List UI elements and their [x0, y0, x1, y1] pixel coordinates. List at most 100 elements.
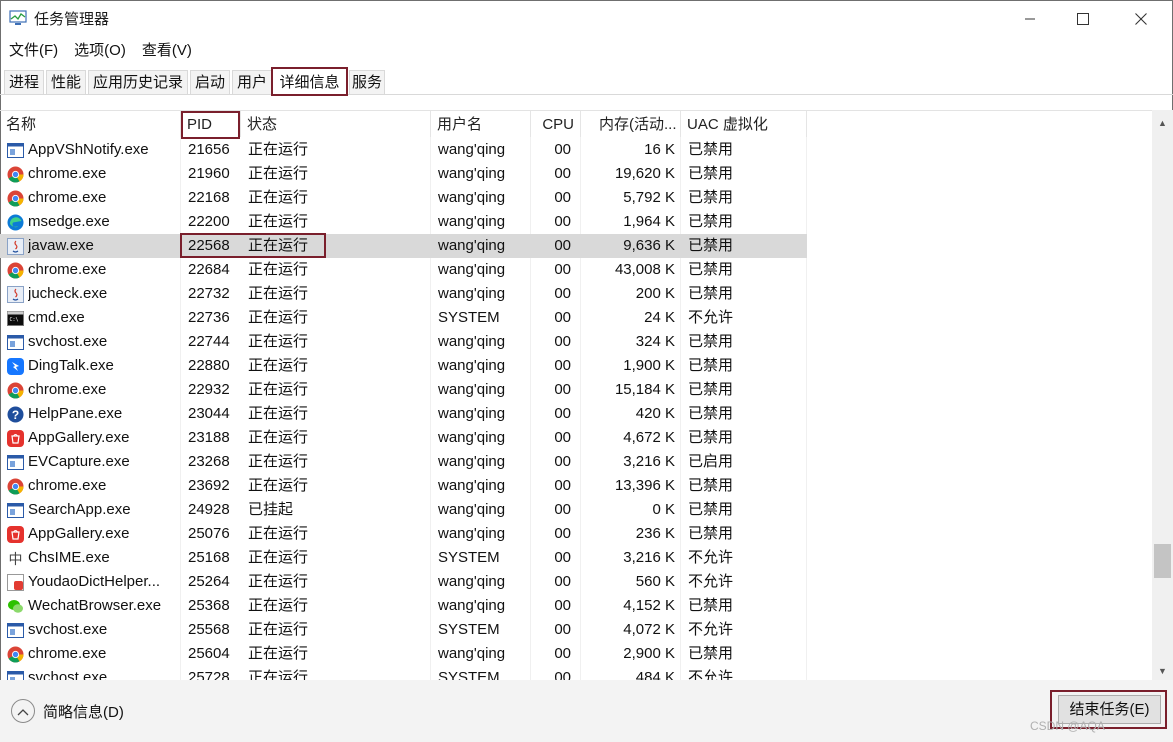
cell-cpu: 00: [554, 189, 571, 206]
table-row[interactable]: javaw.exe 22568 正在运行 wang'qing 00 9,636 K 已禁用: [0, 234, 807, 258]
cell-name: cmd.exe: [28, 309, 85, 326]
generic-window-icon: [7, 622, 24, 639]
cell-user: wang'qing: [438, 165, 506, 182]
menu-options[interactable]: 选项(O): [65, 40, 133, 62]
column-header-cpu[interactable]: CPU: [531, 111, 581, 137]
selected-row-highlight: [180, 233, 326, 258]
maximize-button[interactable]: [1060, 0, 1106, 38]
table-row[interactable]: chrome.exe 22932 正在运行 wang'qing 00 15,184 K 已禁…: [0, 378, 807, 402]
cell-pid: 22200: [188, 213, 230, 230]
fewer-details-button[interactable]: [11, 699, 35, 723]
tab-users[interactable]: 用户: [232, 70, 272, 94]
table-row[interactable]: EVCapture.exe 23268 正在运行 wang'qing 00 3,216 K…: [0, 450, 807, 474]
table-row[interactable]: SearchApp.exe 24928 已挂起 wang'qing 00 0 K 已禁用: [0, 498, 807, 522]
cell-name: jucheck.exe: [28, 285, 108, 302]
cell-name: AppGallery.exe: [28, 525, 130, 542]
cell-cpu: 00: [554, 477, 571, 494]
table-row[interactable]: ? HelpPane.exe 23044 正在运行 wang'qing 00 420 K 已禁…: [0, 402, 807, 426]
column-header-name[interactable]: 名称: [0, 111, 181, 137]
vertical-scrollbar[interactable]: ▲ ▼: [1152, 110, 1173, 680]
cell-pid: 22684: [188, 261, 230, 278]
column-header-memory[interactable]: 内存(活动...: [581, 111, 681, 137]
scrollbar-thumb[interactable]: [1154, 544, 1171, 578]
menu-file[interactable]: 文件(F): [0, 40, 65, 62]
cell-uac: 不允许: [688, 669, 734, 681]
cell-name: chrome.exe: [28, 477, 107, 494]
cell-status: 正在运行: [248, 453, 309, 470]
scroll-up-button[interactable]: ▲: [1152, 114, 1173, 132]
cell-cpu: 00: [554, 357, 571, 374]
tab-startup[interactable]: 启动: [190, 70, 230, 94]
cell-uac: 已禁用: [688, 189, 734, 206]
cell-cpu: 00: [554, 573, 571, 590]
scroll-down-button[interactable]: ▼: [1152, 662, 1173, 680]
cell-cpu: 00: [554, 645, 571, 662]
tab-app-history[interactable]: 应用历史记录: [88, 70, 188, 94]
table-row[interactable]: msedge.exe 22200 正在运行 wang'qing 00 1,964 K 已禁用: [0, 210, 807, 234]
cell-memory: 43,008 K: [614, 261, 675, 278]
cell-name: AppVShNotify.exe: [28, 141, 149, 158]
tab-details[interactable]: 详细信息: [271, 67, 348, 96]
cell-memory: 13,396 K: [614, 477, 675, 494]
column-header-uac[interactable]: UAC 虚拟化: [681, 111, 807, 137]
cell-user: wang'qing: [438, 333, 506, 350]
cell-status: 正在运行: [248, 381, 309, 398]
table-row[interactable]: 中 ChsIME.exe 25168 正在运行 SYSTEM 00 3,216 K 不允许: [0, 546, 807, 570]
minimize-button[interactable]: [1007, 0, 1053, 38]
cell-memory: 0 K: [652, 501, 675, 518]
window-title: 任务管理器: [34, 11, 110, 28]
cell-uac: 已禁用: [688, 381, 734, 398]
process-table: 名称 ^ PID 状态 用户名 CPU 内存(活动... UAC 虚拟化 App…: [0, 110, 1152, 681]
help-icon: ?: [7, 406, 24, 423]
tab-services[interactable]: 服务: [349, 70, 385, 94]
cell-name: ChsIME.exe: [28, 549, 110, 566]
cell-pid: 24928: [188, 501, 230, 518]
table-row[interactable]: chrome.exe 23692 正在运行 wang'qing 00 13,396 K 已禁…: [0, 474, 807, 498]
cell-uac: 已禁用: [688, 165, 734, 182]
cell-user: SYSTEM: [438, 549, 500, 566]
java-icon: [7, 286, 24, 303]
column-header-user[interactable]: 用户名: [431, 111, 531, 137]
table-row[interactable]: AppGallery.exe 25076 正在运行 wang'qing 00 236 K 已…: [0, 522, 807, 546]
generic-window-icon: [7, 502, 24, 519]
fewer-details-label[interactable]: 简略信息(D): [43, 701, 124, 722]
table-row[interactable]: YoudaoDictHelper... 25264 正在运行 wang'qing 00 5…: [0, 570, 807, 594]
cell-cpu: 00: [554, 261, 571, 278]
tab-processes[interactable]: 进程: [4, 70, 44, 94]
cell-user: wang'qing: [438, 477, 506, 494]
table-row[interactable]: C:\ cmd.exe 22736 正在运行 SYSTEM 00 24 K 不允许: [0, 306, 807, 330]
cell-user: wang'qing: [438, 597, 506, 614]
table-row[interactable]: chrome.exe 25604 正在运行 wang'qing 00 2,900 K 已禁用: [0, 642, 807, 666]
table-row[interactable]: svchost.exe 25568 正在运行 SYSTEM 00 4,072 K 不允许: [0, 618, 807, 642]
table-row[interactable]: AppVShNotify.exe 21656 正在运行 wang'qing 00 16 K…: [0, 138, 807, 162]
table-row[interactable]: DingTalk.exe 22880 正在运行 wang'qing 00 1,900 K 已…: [0, 354, 807, 378]
table-row[interactable]: chrome.exe 21960 正在运行 wang'qing 00 19,620 K 已禁…: [0, 162, 807, 186]
column-header-status[interactable]: 状态: [241, 111, 431, 137]
cell-cpu: 00: [554, 621, 571, 638]
table-row[interactable]: chrome.exe 22684 正在运行 wang'qing 00 43,008 K 已禁…: [0, 258, 807, 282]
table-row[interactable]: WechatBrowser.exe 25368 正在运行 wang'qing 00 4,1…: [0, 594, 807, 618]
cell-pid: 23188: [188, 429, 230, 446]
close-button[interactable]: [1118, 0, 1164, 38]
table-row[interactable]: AppGallery.exe 23188 正在运行 wang'qing 00 4,672 …: [0, 426, 807, 450]
cell-uac: 已禁用: [688, 285, 734, 302]
cell-user: wang'qing: [438, 141, 506, 158]
cell-memory: 1,900 K: [623, 357, 675, 374]
table-row[interactable]: svchost.exe 22744 正在运行 wang'qing 00 324 K 已禁用: [0, 330, 807, 354]
cell-name: svchost.exe: [28, 621, 108, 638]
cell-uac: 已禁用: [688, 213, 734, 230]
cell-user: SYSTEM: [438, 621, 500, 638]
chevron-down-icon: ▼: [1158, 666, 1167, 676]
table-row[interactable]: chrome.exe 22168 正在运行 wang'qing 00 5,792 K 已禁用: [0, 186, 807, 210]
generic-window-icon: [7, 454, 24, 471]
generic-window-icon: [7, 142, 24, 159]
cell-pid: 25264: [188, 573, 230, 590]
title-bar[interactable]: 任务管理器: [0, 0, 1173, 38]
table-row[interactable]: jucheck.exe 22732 正在运行 wang'qing 00 200 K 已禁用: [0, 282, 807, 306]
table-row[interactable]: svchost.exe 25728 正在运行 SYSTEM 00 484 K 不允许: [0, 666, 807, 681]
tab-performance[interactable]: 性能: [46, 70, 86, 94]
cell-name: msedge.exe: [28, 213, 110, 230]
cell-memory: 3,216 K: [623, 549, 675, 566]
menu-view[interactable]: 查看(V): [133, 40, 199, 62]
table-header: 名称 ^ PID 状态 用户名 CPU 内存(活动... UAC 虚拟化: [0, 111, 1152, 137]
